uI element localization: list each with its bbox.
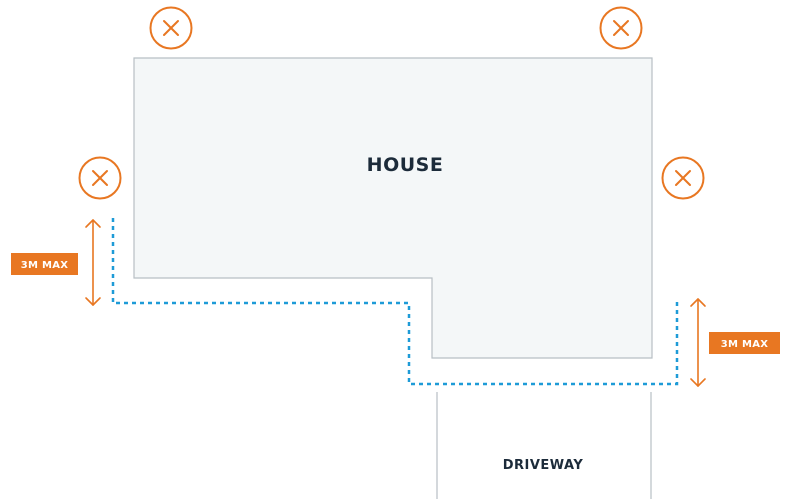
- x-circle-icon: [661, 156, 705, 200]
- house-label: HOUSE: [367, 154, 444, 176]
- driveway-label: DRIVEWAY: [503, 458, 584, 473]
- x-circle-icon: [149, 6, 193, 50]
- site-diagram: HOUSE DRIVEWAY 3M MAX 3M MAX: [11, 6, 780, 499]
- left-height-arrow: [85, 219, 101, 306]
- left-limit-label: 3M MAX: [21, 260, 69, 271]
- x-circle-icon: [78, 156, 122, 200]
- right-limit-label: 3M MAX: [721, 339, 769, 350]
- x-circle-icon: [599, 6, 643, 50]
- right-limit-badge: 3M MAX: [709, 332, 780, 354]
- right-height-arrow: [690, 298, 706, 387]
- left-limit-badge: 3M MAX: [11, 253, 78, 275]
- house-footprint: [133, 57, 653, 359]
